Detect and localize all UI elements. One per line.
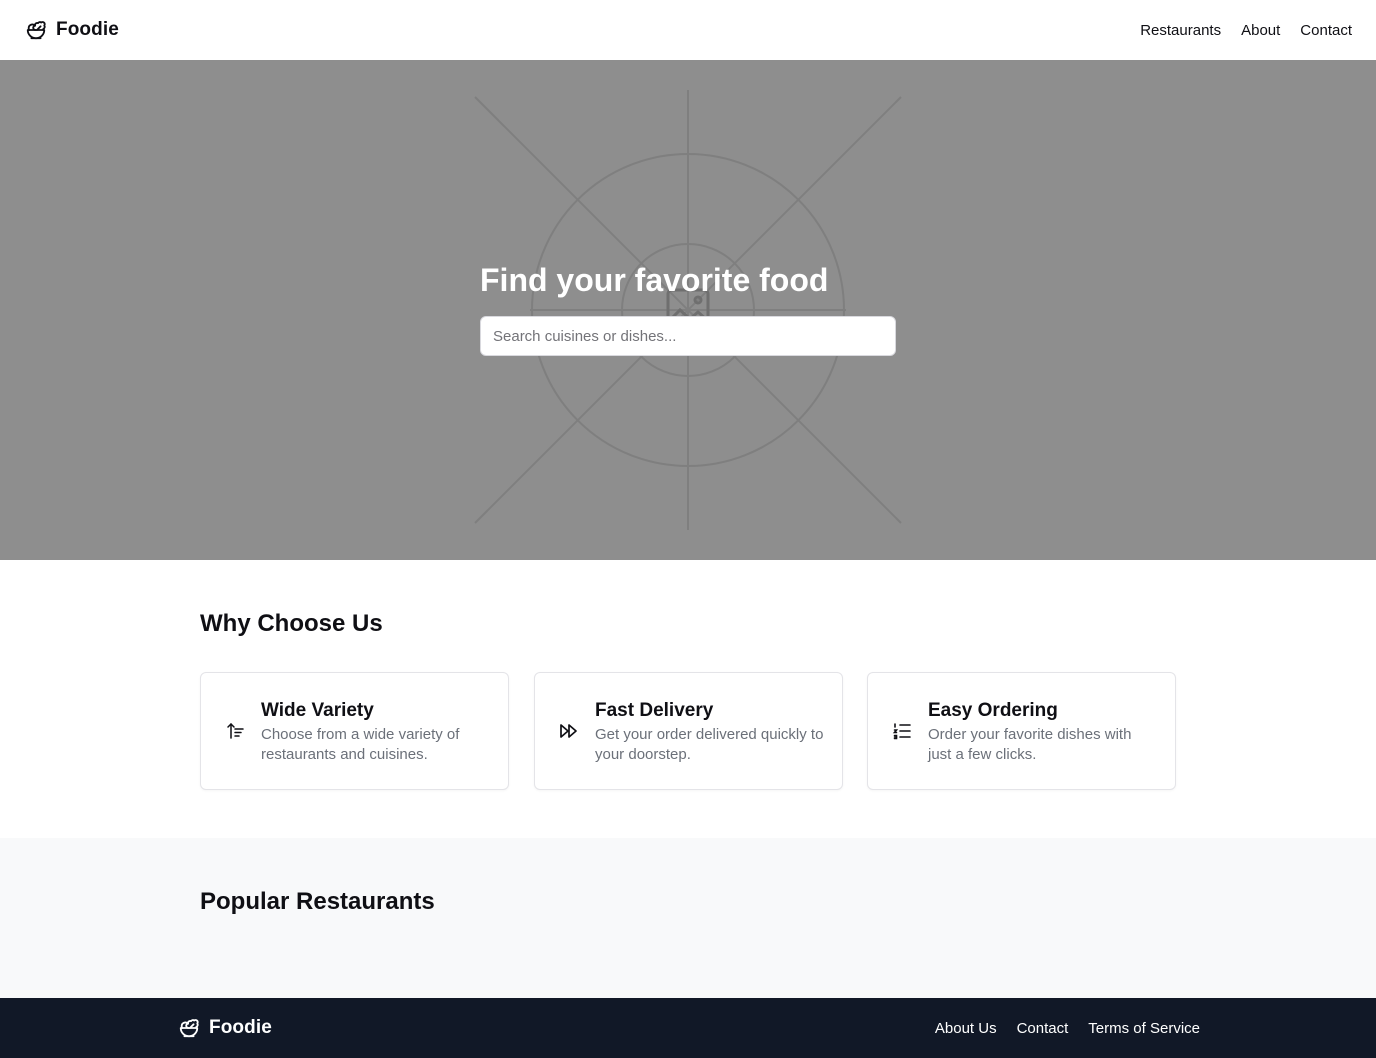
features-title: Why Choose Us bbox=[200, 610, 383, 637]
search-input[interactable] bbox=[480, 316, 896, 356]
salad-bowl-icon bbox=[26, 21, 46, 40]
feature-card-fast-delivery: Fast Delivery Get your order delivered q… bbox=[534, 672, 843, 790]
sort-ascending-icon bbox=[227, 722, 244, 739]
feature-card-easy-ordering: Easy Ordering Order your favorite dishes… bbox=[867, 672, 1176, 790]
salad-bowl-icon bbox=[179, 1019, 199, 1038]
feature-title: Fast Delivery bbox=[595, 700, 714, 721]
hero-section: Find your favorite food bbox=[0, 60, 1376, 560]
site-header: Foodie Restaurants About Contact bbox=[0, 0, 1376, 60]
image-placeholder-icon bbox=[474, 90, 902, 530]
feature-description: Order your favorite dishes with just a f… bbox=[928, 726, 1132, 763]
footer-brand-name: Foodie bbox=[209, 1017, 272, 1038]
nav-link-about[interactable]: About bbox=[1241, 22, 1280, 39]
site-footer: Foodie About Us Contact Terms of Service bbox=[0, 998, 1376, 1058]
brand-logo[interactable]: Foodie bbox=[25, 19, 119, 41]
main-nav: Restaurants About Contact bbox=[1140, 22, 1352, 39]
footer-nav: About Us Contact Terms of Service bbox=[935, 1020, 1200, 1037]
feature-title: Easy Ordering bbox=[928, 700, 1058, 721]
footer-link-about-us[interactable]: About Us bbox=[935, 1020, 997, 1037]
hero-title: Find your favorite food bbox=[480, 262, 829, 298]
feature-description: Choose from a wide variety of restaurant… bbox=[261, 726, 460, 763]
footer-brand-logo[interactable]: Foodie bbox=[178, 1017, 272, 1039]
features-section: Why Choose Us Wide Variety Choose from a… bbox=[0, 560, 1376, 838]
fast-forward-icon bbox=[560, 724, 577, 738]
footer-link-terms[interactable]: Terms of Service bbox=[1088, 1020, 1200, 1037]
list-ordered-icon bbox=[892, 723, 911, 740]
popular-restaurants-title: Popular Restaurants bbox=[200, 888, 435, 915]
nav-link-restaurants[interactable]: Restaurants bbox=[1140, 22, 1221, 39]
popular-restaurants-section: Popular Restaurants bbox=[0, 838, 1376, 998]
feature-title: Wide Variety bbox=[261, 700, 374, 721]
footer-link-contact[interactable]: Contact bbox=[1017, 1020, 1069, 1037]
feature-card-wide-variety: Wide Variety Choose from a wide variety … bbox=[200, 672, 509, 790]
brand-name: Foodie bbox=[56, 19, 119, 40]
nav-link-contact[interactable]: Contact bbox=[1300, 22, 1352, 39]
feature-description: Get your order delivered quickly to your… bbox=[595, 726, 824, 763]
